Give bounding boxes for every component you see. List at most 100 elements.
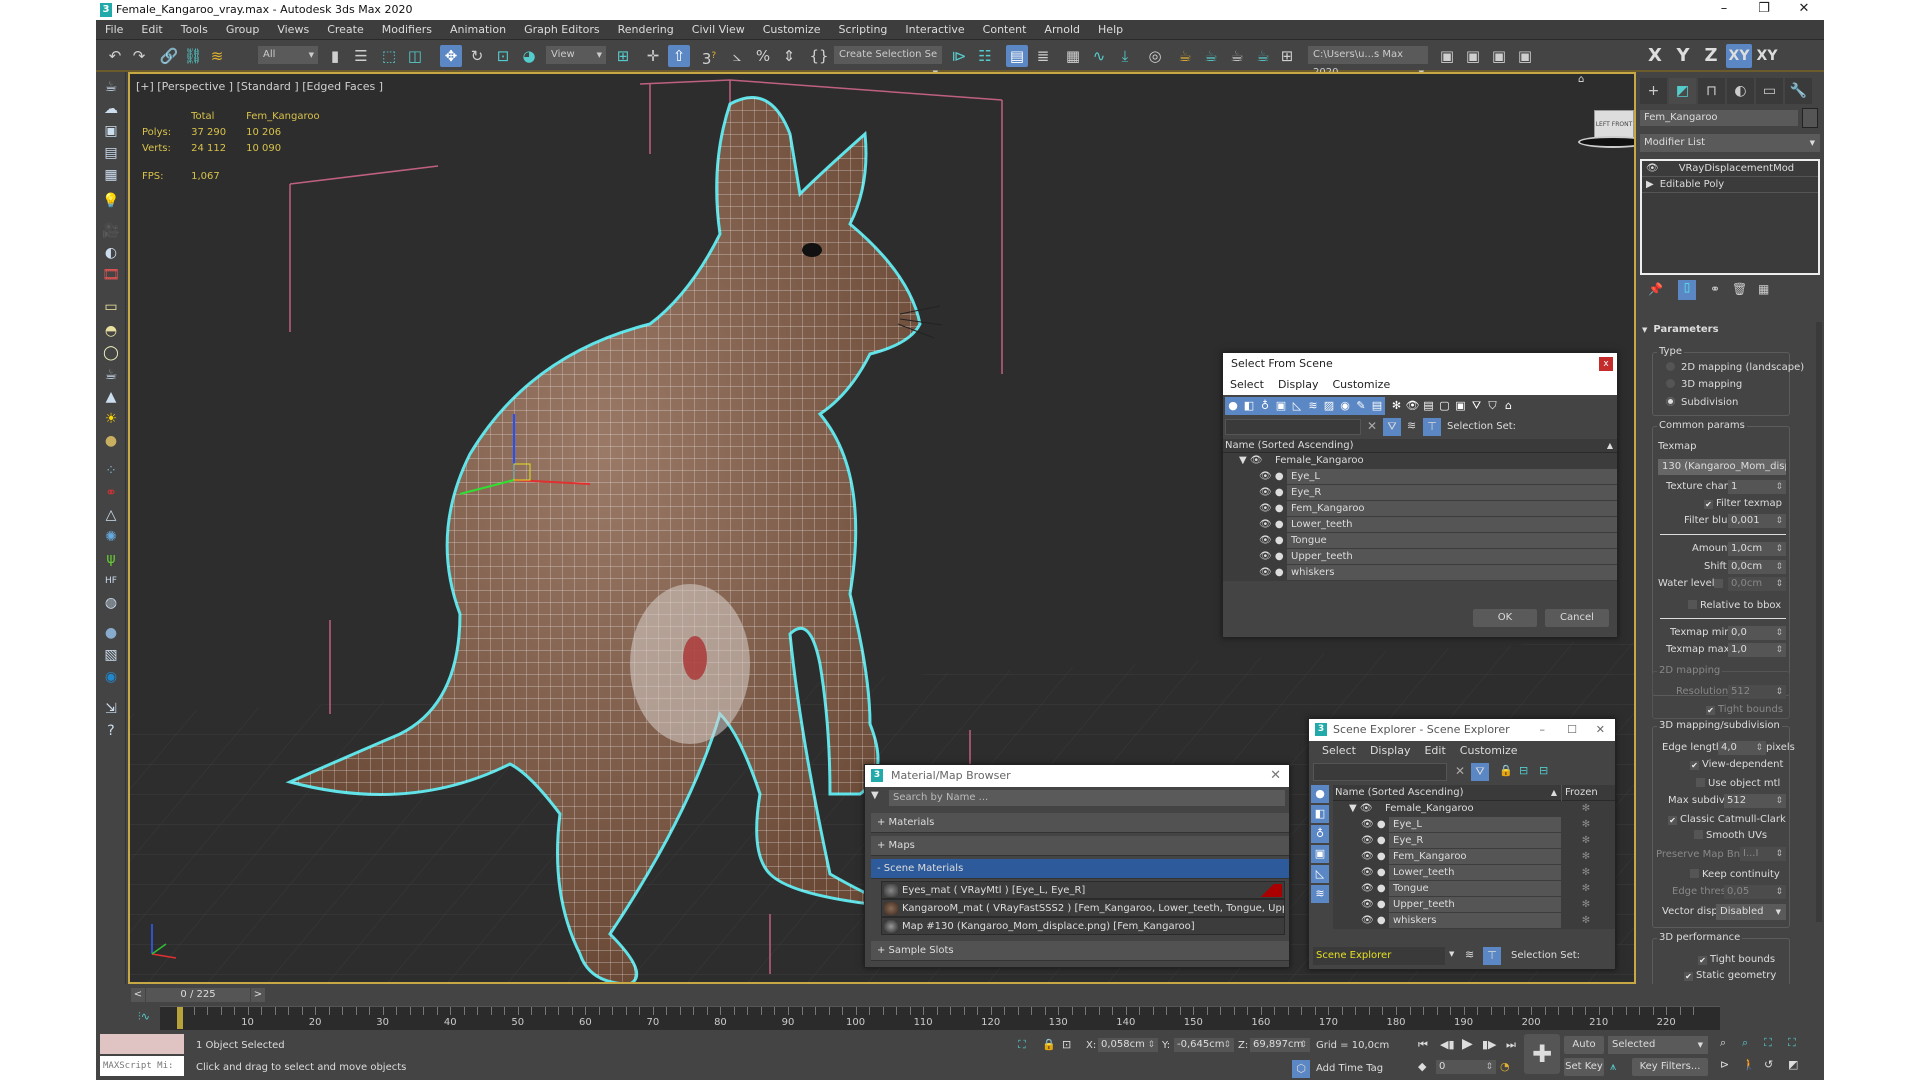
- key-mode-toggle-icon[interactable]: ◆: [1418, 1060, 1426, 1073]
- maximize-button[interactable]: ❐: [1744, 0, 1784, 20]
- edit-named-selection-icon[interactable]: {}: [808, 45, 830, 67]
- geometry-filter-icon[interactable]: ●: [1311, 785, 1329, 803]
- visibility-icon[interactable]: 👁 ●: [1361, 865, 1386, 881]
- object-name[interactable]: Tongue: [1287, 533, 1617, 548]
- relative-bbox-checkbox[interactable]: Relative to bbox: [1688, 600, 1781, 611]
- toolbar-extra-icon-1[interactable]: ▣: [1436, 45, 1458, 67]
- zoom-all-icon[interactable]: ⌕: [1742, 1036, 1748, 1050]
- search-input[interactable]: [1225, 419, 1361, 435]
- visibility-icon[interactable]: 👁 ●: [1259, 533, 1284, 549]
- render-window-icon[interactable]: ▣: [101, 122, 121, 140]
- chevron-down-icon[interactable]: ▼: [1449, 950, 1454, 958]
- time-configuration-icon[interactable]: ◔: [1500, 1060, 1510, 1073]
- tree-row[interactable]: 👁 ● Tongue ✻: [1333, 881, 1615, 897]
- utilities-tab-icon[interactable]: 🔧: [1785, 78, 1812, 104]
- filter-blur-spinner[interactable]: 0,001: [1728, 514, 1786, 528]
- radio-button[interactable]: [1666, 379, 1675, 388]
- view-dependent-checkbox[interactable]: ✔ View-dependent: [1690, 759, 1783, 770]
- menu-create[interactable]: Create: [318, 20, 373, 40]
- motion-tab-icon[interactable]: ◐: [1727, 78, 1754, 104]
- layers-icon[interactable]: ≋: [1407, 419, 1416, 432]
- zoom-extents-all-icon[interactable]: ⛶: [1788, 1036, 1796, 1050]
- home-icon[interactable]: ⌂: [1578, 74, 1584, 85]
- make-unique-icon[interactable]: ⚭: [1710, 282, 1720, 296]
- current-time-marker[interactable]: [177, 1007, 183, 1029]
- checkbox-checked[interactable]: ✔: [1704, 500, 1713, 509]
- curve-editor-mini-icon[interactable]: ⫶∿: [138, 1010, 150, 1024]
- groups-filter-icon[interactable]: ▨: [1321, 397, 1337, 415]
- viewport-layouts-icon[interactable]: ⊞: [1276, 45, 1298, 67]
- import-icon[interactable]: ⇲: [101, 700, 121, 718]
- water-level-spinner[interactable]: 0,0cm: [1728, 577, 1786, 591]
- key-tangents-icon[interactable]: ⩚: [1610, 1060, 1616, 1074]
- object-name[interactable]: Female_Kangaroo: [1381, 801, 1561, 816]
- menu-views[interactable]: Views: [268, 20, 318, 40]
- set-key-big-button[interactable]: ✚: [1524, 1034, 1560, 1074]
- molecule-icon[interactable]: ⚭: [101, 484, 121, 502]
- menu-edit[interactable]: Edit: [1417, 741, 1452, 761]
- parameters-rollout-header[interactable]: ▼ Parameters: [1642, 324, 1719, 335]
- tight-bounds-checkbox[interactable]: ✔ Tight bounds: [1698, 954, 1775, 965]
- unlink-icon[interactable]: ⛓: [182, 45, 204, 67]
- eye-icon[interactable]: 👁: [1646, 163, 1659, 174]
- visibility-icon[interactable]: 👁 ●: [1259, 517, 1284, 533]
- undo-icon[interactable]: ↶: [104, 45, 126, 67]
- water-level-checkbox[interactable]: [1714, 579, 1723, 588]
- menu-help[interactable]: Help: [1089, 20, 1132, 40]
- menu-select[interactable]: Select: [1223, 375, 1271, 395]
- shift-spinner[interactable]: 0,0cm: [1728, 560, 1786, 574]
- sample-slots-section[interactable]: + Sample Slots: [871, 941, 1289, 961]
- particles-icon[interactable]: ⁘: [101, 462, 121, 480]
- menu-animation[interactable]: Animation: [441, 20, 515, 40]
- visibility-icon[interactable]: 👁 ●: [1259, 549, 1284, 565]
- tree-row[interactable]: 👁 ● Upper_teeth ✻: [1333, 897, 1615, 913]
- axis-y-button[interactable]: Y: [1670, 44, 1696, 68]
- panel-scrollbar[interactable]: [1816, 322, 1822, 922]
- snaps-toggle-icon[interactable]: 3?: [698, 45, 720, 68]
- checkbox-checked[interactable]: ✔: [1690, 761, 1699, 770]
- select-all-icon[interactable]: ▤: [1421, 397, 1437, 415]
- spacewarps-filter-icon[interactable]: ≋: [1311, 885, 1329, 903]
- help-icon[interactable]: ?: [101, 722, 121, 740]
- use-object-mtl-checkbox[interactable]: Use object mtl: [1696, 778, 1780, 789]
- zoom-icon[interactable]: ⌕: [1720, 1036, 1726, 1050]
- render-in-cloud-icon[interactable]: ☕: [1252, 45, 1274, 67]
- expand-visibility-icon[interactable]: ▼ 👁: [1239, 453, 1263, 469]
- frozen-toggle-icon[interactable]: ✻: [1561, 913, 1611, 929]
- shapes-filter-icon[interactable]: ◧: [1241, 397, 1257, 415]
- y-coordinate-field[interactable]: -0,645cm: [1174, 1038, 1234, 1052]
- material-browser-icon[interactable]: ▧: [101, 646, 121, 664]
- visibility-icon[interactable]: 👁 ●: [1259, 485, 1284, 501]
- select-manipulate-icon[interactable]: ✛: [642, 45, 664, 67]
- lock-icon[interactable]: 🔒: [1499, 764, 1513, 777]
- x-coordinate-field[interactable]: 0,058cm: [1098, 1038, 1158, 1052]
- current-frame-field[interactable]: 0: [1436, 1060, 1496, 1074]
- ok-button[interactable]: OK: [1473, 609, 1537, 627]
- bones-filter-icon[interactable]: ✎: [1353, 397, 1369, 415]
- align-icon[interactable]: ☷: [974, 45, 996, 67]
- layers-icon[interactable]: ≋: [1465, 948, 1474, 961]
- maximize-icon[interactable]: ☐: [1567, 719, 1577, 741]
- materials-section[interactable]: + Materials: [871, 813, 1289, 833]
- project-folder-dropdown[interactable]: C:\Users\u...s Max 2020▼: [1308, 46, 1428, 78]
- material-editor-icon[interactable]: ◎: [1144, 45, 1166, 67]
- grass-icon[interactable]: ψ: [101, 550, 121, 568]
- maxscript-mini-listener[interactable]: MAXScript Mi:: [100, 1056, 184, 1076]
- resolution-spinner[interactable]: 512: [1728, 685, 1786, 699]
- disc-light-icon[interactable]: ◯: [101, 344, 121, 362]
- visibility-icon[interactable]: 👁 ●: [1259, 565, 1284, 581]
- checkbox[interactable]: [1688, 600, 1697, 609]
- display-tab-icon[interactable]: ▭: [1756, 78, 1783, 104]
- redo-icon[interactable]: ↷: [128, 45, 150, 67]
- vector-displ-dropdown[interactable]: Disabled ▼: [1716, 904, 1786, 920]
- tree-root-row[interactable]: ▼ 👁 Female_Kangaroo: [1223, 453, 1617, 469]
- toolbar-extra-icon-3[interactable]: ▣: [1488, 45, 1510, 67]
- menu-arnold[interactable]: Arnold: [1035, 20, 1089, 40]
- explorer-name-dropdown[interactable]: Scene Explorer: [1313, 947, 1445, 965]
- render-production-icon[interactable]: ☕: [1226, 45, 1248, 67]
- menu-edit[interactable]: Edit: [132, 20, 171, 40]
- scene-materials-section[interactable]: - Scene Materials: [871, 859, 1289, 879]
- vfb-icon[interactable]: ◉: [101, 668, 121, 686]
- object-name[interactable]: Tongue: [1389, 881, 1561, 896]
- edge-thresh-spinner[interactable]: 0,05: [1724, 885, 1786, 899]
